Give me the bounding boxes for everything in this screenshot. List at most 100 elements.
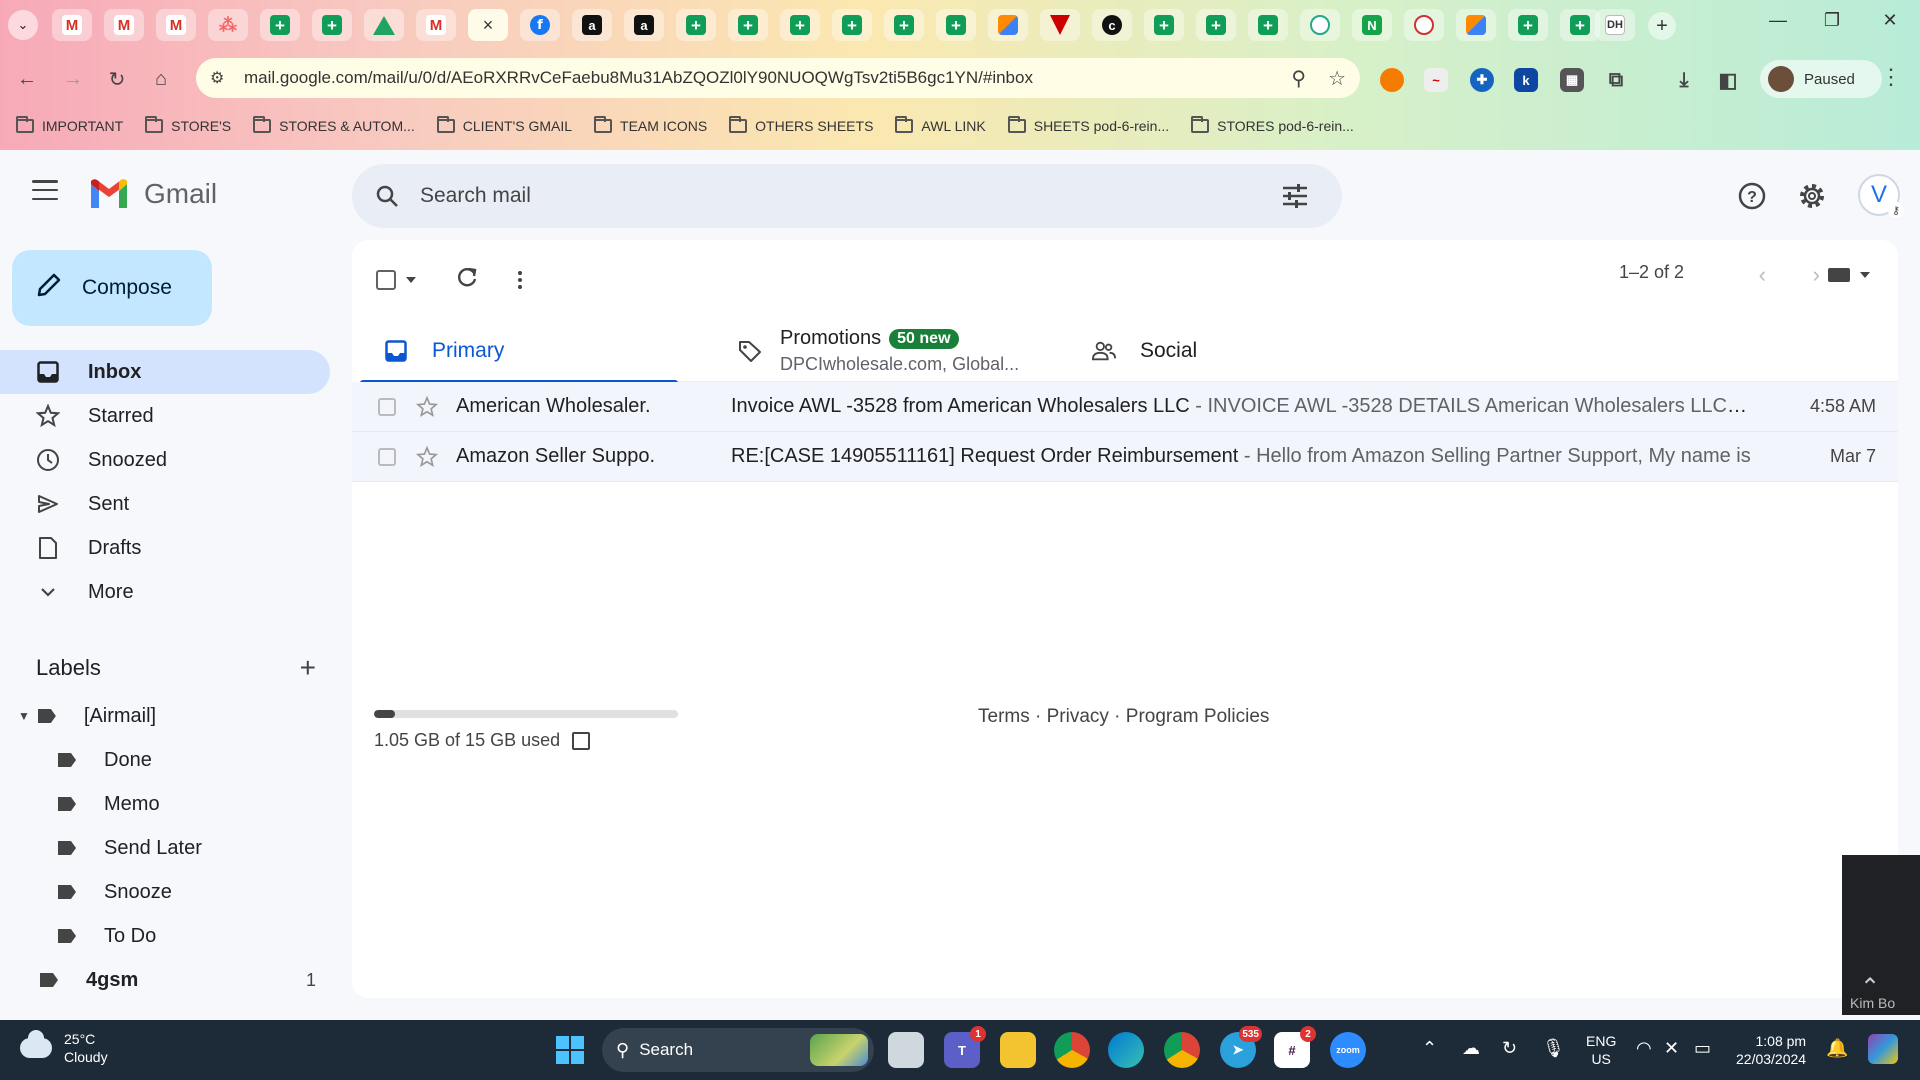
- bookmark-folder[interactable]: SHEETS pod-6-rein...: [1007, 112, 1175, 140]
- input-tools-keyboard-icon[interactable]: [1828, 268, 1870, 282]
- bookmark-folder[interactable]: STORE'S: [145, 112, 237, 140]
- tab-asana[interactable]: ⁂: [208, 9, 248, 41]
- label-send-later[interactable]: Send Later: [0, 828, 330, 868]
- tab-gmail-4[interactable]: M: [416, 9, 456, 41]
- profile-button[interactable]: Paused: [1760, 60, 1882, 98]
- telegram-icon[interactable]: ➤ 535: [1220, 1026, 1262, 1068]
- chrome-icon[interactable]: [1054, 1032, 1090, 1068]
- tab-primary[interactable]: Primary: [360, 320, 678, 383]
- download-icon[interactable]: ⤓: [1672, 68, 1696, 92]
- site-info-icon[interactable]: ⚙: [210, 68, 232, 88]
- settings-gear-icon[interactable]: [1796, 180, 1828, 212]
- email-row[interactable]: American Wholesaler. Invoice AWL -3528 f…: [352, 382, 1898, 432]
- bookmark-folder[interactable]: STORES & AUTOM...: [253, 112, 421, 140]
- tab-sheets-10[interactable]: +: [1196, 9, 1236, 41]
- sync-icon[interactable]: ↻: [1502, 1038, 1517, 1059]
- task-view-icon[interactable]: [888, 1032, 924, 1068]
- close-window-icon[interactable]: ✕: [1870, 10, 1910, 31]
- minimize-icon[interactable]: —: [1758, 10, 1798, 31]
- tab-sheets-8[interactable]: +: [936, 9, 976, 41]
- tab-drive[interactable]: [364, 9, 404, 41]
- copilot-icon[interactable]: [1868, 1034, 1898, 1064]
- close-tab-icon[interactable]: ×: [483, 15, 494, 36]
- battery-icon[interactable]: ▭: [1694, 1038, 1711, 1059]
- edge-icon[interactable]: [1108, 1032, 1144, 1068]
- tab-red-app[interactable]: [1040, 9, 1080, 41]
- tab-sheets-1[interactable]: +: [260, 9, 300, 41]
- row-checkbox[interactable]: [378, 397, 396, 416]
- tab-dark-app[interactable]: c: [1092, 9, 1132, 41]
- tab-sheets-4[interactable]: +: [728, 9, 768, 41]
- label-airmail[interactable]: ▼ [Airmail]: [0, 696, 330, 736]
- tab-sheets-2[interactable]: +: [312, 9, 352, 41]
- tab-amazon-1[interactable]: a: [572, 9, 612, 41]
- label-to-do[interactable]: To Do: [0, 916, 330, 956]
- tab-sheets-5[interactable]: +: [780, 9, 820, 41]
- select-all-checkbox[interactable]: [376, 270, 396, 290]
- search-icon[interactable]: [372, 181, 402, 211]
- label-4gsm[interactable]: 4gsm 1: [0, 960, 330, 1000]
- newer-page-icon[interactable]: ‹: [1759, 262, 1766, 288]
- gmail-logo[interactable]: Gmail: [88, 178, 217, 210]
- tab-sheets-3[interactable]: +: [676, 9, 716, 41]
- main-menu-icon[interactable]: [32, 180, 58, 200]
- restore-icon[interactable]: ❐: [1812, 10, 1852, 31]
- nav-starred[interactable]: Starred: [0, 394, 330, 438]
- bookmark-folder[interactable]: IMPORTANT: [16, 112, 129, 140]
- nav-more[interactable]: More: [0, 570, 330, 614]
- nav-inbox[interactable]: Inbox: [0, 350, 330, 394]
- taskbar-search[interactable]: ⚲ Search: [602, 1028, 874, 1072]
- tab-amazon-2[interactable]: a: [624, 9, 664, 41]
- bookmark-folder[interactable]: CLIENT'S GMAIL: [436, 112, 578, 140]
- add-label-icon[interactable]: +: [300, 652, 316, 684]
- row-checkbox[interactable]: [378, 447, 396, 466]
- star-icon[interactable]: [416, 395, 438, 418]
- onedrive-cloud-icon[interactable]: ☁: [1462, 1038, 1480, 1059]
- footer-links[interactable]: Terms · Privacy · Program Policies: [978, 706, 1269, 728]
- account-avatar[interactable]: V ⚷: [1858, 174, 1904, 218]
- bookmark-folder[interactable]: STORES pod-6-rein...: [1191, 112, 1360, 140]
- tab-teal-app[interactable]: [1300, 9, 1340, 41]
- refresh-icon[interactable]: [456, 267, 478, 294]
- back-icon[interactable]: ←: [12, 64, 42, 94]
- search-input[interactable]: [420, 184, 1240, 208]
- system-clock[interactable]: 1:08 pm 22/03/2024: [1736, 1032, 1806, 1068]
- tab-stripe-1[interactable]: [988, 9, 1028, 41]
- older-page-icon[interactable]: ›: [1813, 262, 1820, 288]
- new-tab-button[interactable]: +: [1648, 12, 1676, 40]
- tab-sheets-6[interactable]: +: [832, 9, 872, 41]
- forward-icon[interactable]: →: [58, 64, 88, 94]
- compose-button[interactable]: Compose: [12, 250, 212, 326]
- open-storage-icon[interactable]: [572, 731, 591, 750]
- address-bar[interactable]: ⚙ mail.google.com/mail/u/0/d/AEoRXRRvCeF…: [196, 58, 1360, 98]
- tab-social[interactable]: Social: [1068, 320, 1386, 382]
- show-hidden-icons-chevron-icon[interactable]: ⌃: [1422, 1038, 1437, 1059]
- extensions-puzzle-icon[interactable]: ⧉: [1604, 68, 1628, 92]
- side-panel-icon[interactable]: ◧: [1716, 68, 1740, 92]
- tab-sheets-9[interactable]: +: [1144, 9, 1184, 41]
- tab-sheets-13[interactable]: +: [1560, 9, 1600, 41]
- tab-stripe-2[interactable]: [1456, 9, 1496, 41]
- more-options-icon[interactable]: [518, 271, 522, 289]
- label-snooze[interactable]: Snooze: [0, 872, 330, 912]
- speaker-muted-icon[interactable]: ✕: [1664, 1038, 1679, 1059]
- file-explorer-icon[interactable]: [1000, 1032, 1036, 1068]
- tab-green-app[interactable]: N: [1352, 9, 1392, 41]
- nav-drafts[interactable]: Drafts: [0, 526, 330, 570]
- language-indicator[interactable]: ENG US: [1586, 1032, 1616, 1068]
- email-row[interactable]: Amazon Seller Suppo. RE:[CASE 1490551116…: [352, 432, 1898, 482]
- search-options-icon[interactable]: [1282, 184, 1308, 213]
- home-icon[interactable]: ⌂: [146, 64, 176, 94]
- tab-active[interactable]: ×: [468, 9, 508, 41]
- extension-icon[interactable]: [1380, 68, 1404, 92]
- tab-gmail-1[interactable]: M: [52, 9, 92, 41]
- tab-sheets-11[interactable]: +: [1248, 9, 1288, 41]
- zoom-icon[interactable]: ⚲: [1291, 66, 1306, 91]
- bookmark-folder[interactable]: OTHERS SHEETS: [729, 112, 879, 140]
- help-icon[interactable]: ?: [1736, 180, 1768, 212]
- reload-icon[interactable]: ↻: [102, 64, 132, 94]
- browser-menu-icon[interactable]: ⋮: [1880, 64, 1902, 90]
- wifi-icon[interactable]: ◠: [1636, 1038, 1652, 1059]
- tab-sheets-12[interactable]: +: [1508, 9, 1548, 41]
- zoom-icon[interactable]: zoom: [1330, 1032, 1366, 1068]
